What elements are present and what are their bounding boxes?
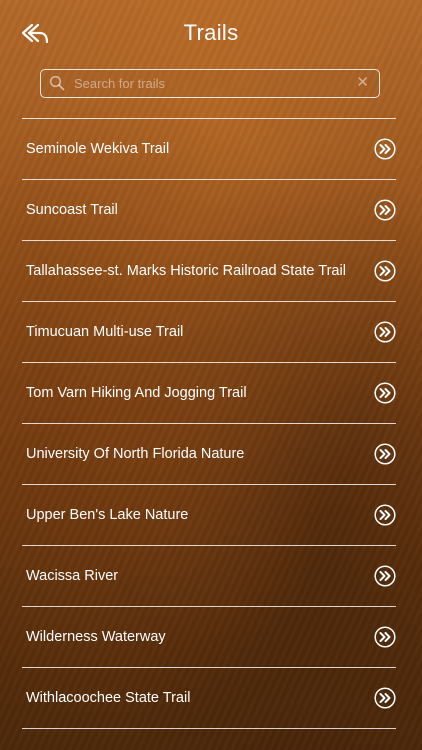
double-chevron-right-icon[interactable] [374, 443, 396, 465]
list-item[interactable]: Upper Ben's Lake Nature [22, 485, 396, 546]
list-item[interactable]: Withlacoochee State Trail [22, 668, 396, 729]
list-item-label: Tom Varn Hiking And Jogging Trail [26, 385, 247, 401]
list-item[interactable]: Wacissa River [22, 546, 396, 607]
list-item[interactable]: Timucuan Multi-use Trail [22, 302, 396, 363]
list-item-label: Timucuan Multi-use Trail [26, 324, 184, 340]
trail-list: Seminole Wekiva Trail Suncoast Trail Talla… [22, 118, 396, 729]
double-chevron-right-icon[interactable] [374, 199, 396, 221]
double-chevron-right-icon[interactable] [374, 321, 396, 343]
list-item[interactable]: Seminole Wekiva Trail [22, 119, 396, 180]
screen: Trails ✕ Seminole Wekiva Trail Suncoast T… [0, 0, 422, 750]
list-item-label: Wacissa River [26, 568, 119, 584]
double-chevron-right-icon[interactable] [374, 382, 396, 404]
list-item-label: Suncoast Trail [26, 202, 118, 218]
double-chevron-right-icon[interactable] [374, 626, 396, 648]
list-item-label: Seminole Wekiva Trail [26, 141, 170, 157]
double-chevron-right-icon[interactable] [374, 260, 396, 282]
search-input[interactable] [74, 70, 344, 97]
double-chevron-right-icon[interactable] [374, 504, 396, 526]
header: Trails [0, 0, 422, 66]
list-item[interactable]: Wilderness Waterway [22, 607, 396, 668]
list-item-label: University Of North Florida Nature [26, 446, 245, 462]
list-item-label: Tallahassee-st. Marks Historic Railroad … [26, 263, 346, 279]
double-chevron-right-icon[interactable] [374, 687, 396, 709]
list-item[interactable]: Tallahassee-st. Marks Historic Railroad … [22, 241, 396, 302]
double-chevron-right-icon[interactable] [374, 565, 396, 587]
list-item[interactable]: Suncoast Trail [22, 180, 396, 241]
page-title: Trails [183, 20, 239, 45]
list-item[interactable]: Tom Varn Hiking And Jogging Trail [22, 363, 396, 424]
search-icon [49, 75, 65, 91]
double-chevron-right-icon[interactable] [374, 138, 396, 160]
list-item-label: Wilderness Waterway [26, 629, 166, 645]
search-bar[interactable]: ✕ [40, 69, 380, 98]
clear-icon[interactable]: ✕ [356, 73, 369, 93]
list-item-label: Withlacoochee State Trail [26, 690, 191, 706]
list-item-label: Upper Ben's Lake Nature [26, 507, 189, 523]
list-item[interactable]: University Of North Florida Nature [22, 424, 396, 485]
